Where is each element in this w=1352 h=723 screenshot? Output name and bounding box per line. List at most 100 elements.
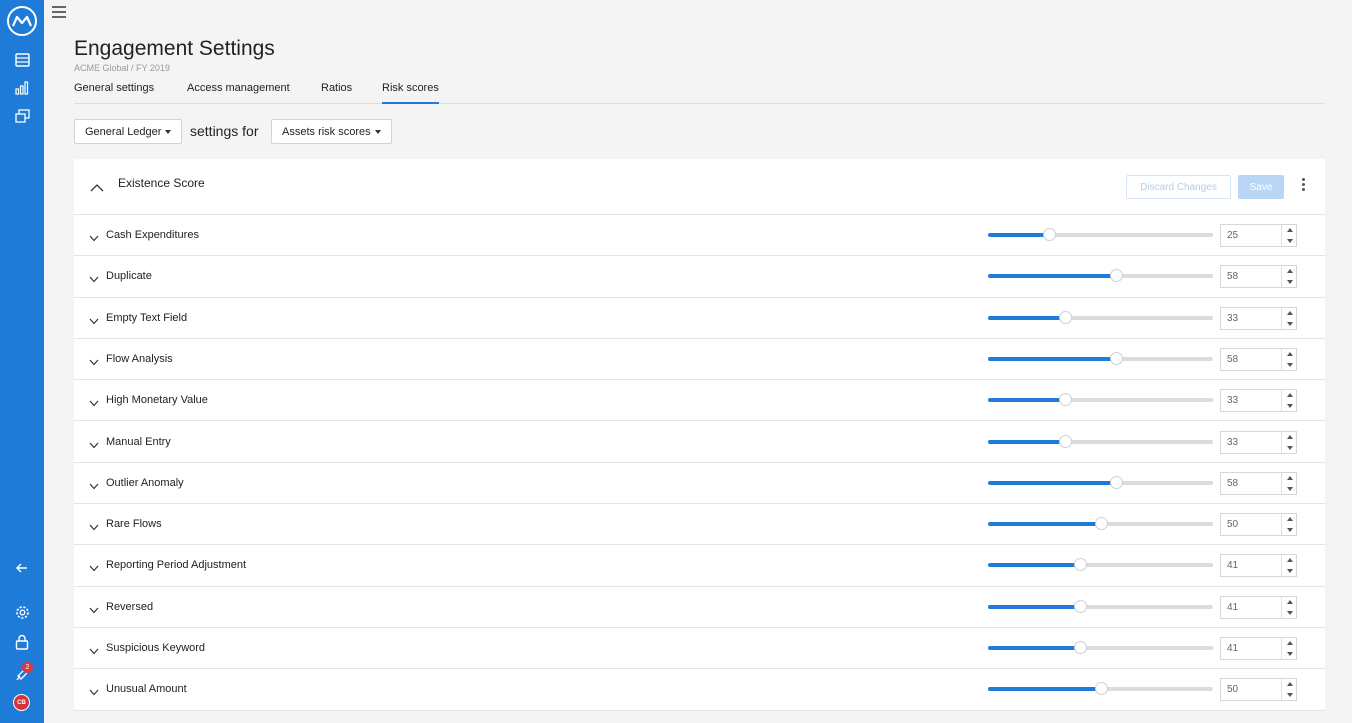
- score-slider[interactable]: [988, 228, 1213, 241]
- decrement-icon[interactable]: [1287, 321, 1293, 326]
- score-slider[interactable]: [988, 434, 1213, 448]
- gear-icon[interactable]: [12, 602, 32, 622]
- chevron-down-icon[interactable]: [89, 353, 99, 366]
- slider-handle[interactable]: [1095, 517, 1108, 531]
- score-slider[interactable]: [988, 393, 1213, 407]
- chevron-down-icon[interactable]: [89, 559, 99, 572]
- score-value[interactable]: 58: [1227, 478, 1238, 489]
- score-slider[interactable]: [988, 682, 1213, 696]
- score-slider[interactable]: [988, 351, 1213, 365]
- score-value[interactable]: 41: [1227, 602, 1238, 613]
- slider-handle[interactable]: [1074, 599, 1087, 613]
- score-value[interactable]: 25: [1227, 230, 1238, 241]
- score-slider[interactable]: [988, 558, 1213, 572]
- chevron-down-icon[interactable]: [89, 394, 99, 407]
- slider-handle[interactable]: [1059, 393, 1072, 407]
- decrement-icon[interactable]: [1287, 404, 1293, 409]
- slider-handle[interactable]: [1043, 228, 1056, 241]
- discard-changes-button[interactable]: Discard Changes: [1126, 175, 1231, 199]
- increment-icon[interactable]: [1287, 310, 1293, 315]
- score-value[interactable]: 41: [1227, 643, 1238, 654]
- increment-icon[interactable]: [1287, 558, 1293, 563]
- save-button[interactable]: Save: [1238, 175, 1284, 199]
- chevron-down-icon[interactable]: [89, 642, 99, 655]
- more-options-icon[interactable]: [1302, 178, 1306, 192]
- score-value[interactable]: 50: [1227, 519, 1238, 530]
- score-slider[interactable]: [988, 310, 1213, 324]
- tab-ratios[interactable]: Ratios: [321, 82, 352, 104]
- score-stepper[interactable]: 50: [1220, 678, 1297, 702]
- decrement-icon[interactable]: [1287, 486, 1293, 491]
- increment-icon[interactable]: [1287, 269, 1293, 274]
- score-value[interactable]: 33: [1227, 313, 1238, 324]
- tab-general-settings[interactable]: General settings: [74, 82, 154, 104]
- score-value[interactable]: 50: [1227, 684, 1238, 695]
- score-slider[interactable]: [988, 269, 1213, 283]
- decrement-icon[interactable]: [1287, 528, 1293, 533]
- app-logo[interactable]: [7, 6, 37, 36]
- collapse-arrow-icon[interactable]: [12, 558, 32, 578]
- score-stepper[interactable]: 41: [1220, 554, 1297, 578]
- increment-icon[interactable]: [1287, 641, 1293, 645]
- increment-icon[interactable]: [1287, 351, 1293, 356]
- score-stepper[interactable]: 58: [1220, 347, 1297, 371]
- increment-icon[interactable]: [1287, 434, 1293, 439]
- decrement-icon[interactable]: [1287, 610, 1293, 615]
- decrement-icon[interactable]: [1287, 693, 1293, 698]
- decrement-icon[interactable]: [1287, 652, 1293, 656]
- slider-handle[interactable]: [1074, 641, 1087, 654]
- increment-icon[interactable]: [1287, 517, 1293, 522]
- slider-handle[interactable]: [1095, 682, 1108, 696]
- score-stepper[interactable]: 41: [1220, 637, 1297, 660]
- score-stepper[interactable]: 58: [1220, 265, 1297, 289]
- score-value[interactable]: 33: [1227, 395, 1238, 406]
- score-stepper[interactable]: 33: [1220, 306, 1297, 330]
- lock-icon[interactable]: [12, 632, 32, 652]
- score-stepper[interactable]: 33: [1220, 389, 1297, 413]
- slider-handle[interactable]: [1110, 269, 1123, 283]
- chevron-down-icon[interactable]: [89, 477, 99, 490]
- chevron-down-icon[interactable]: [89, 518, 99, 531]
- score-value[interactable]: 58: [1227, 354, 1238, 365]
- increment-icon[interactable]: [1287, 393, 1293, 398]
- increment-icon[interactable]: [1287, 599, 1293, 604]
- chevron-up-icon[interactable]: [90, 179, 104, 192]
- score-slider[interactable]: [988, 517, 1213, 531]
- table-icon[interactable]: [12, 50, 32, 70]
- slider-handle[interactable]: [1059, 310, 1072, 324]
- score-value[interactable]: 33: [1227, 437, 1238, 448]
- slider-handle[interactable]: [1110, 475, 1123, 489]
- score-stepper[interactable]: 33: [1220, 430, 1297, 454]
- decrement-icon[interactable]: [1287, 569, 1293, 574]
- layers-icon[interactable]: [12, 106, 32, 126]
- tab-risk-scores[interactable]: Risk scores: [382, 82, 439, 104]
- increment-icon[interactable]: [1287, 682, 1293, 687]
- menu-icon[interactable]: [52, 6, 66, 20]
- bar-chart-icon[interactable]: [12, 78, 32, 98]
- increment-icon[interactable]: [1287, 228, 1293, 232]
- decrement-icon[interactable]: [1287, 362, 1293, 367]
- ledger-dropdown[interactable]: General Ledger: [74, 119, 183, 144]
- chevron-down-icon[interactable]: [89, 683, 99, 696]
- chevron-down-icon[interactable]: [89, 312, 99, 324]
- score-value[interactable]: 58: [1227, 271, 1238, 282]
- score-stepper[interactable]: 41: [1220, 595, 1297, 619]
- score-stepper[interactable]: 50: [1220, 513, 1297, 537]
- chevron-down-icon[interactable]: [89, 270, 99, 283]
- decrement-icon[interactable]: [1287, 239, 1293, 243]
- slider-handle[interactable]: [1110, 351, 1123, 365]
- score-slider[interactable]: [988, 641, 1213, 654]
- score-stepper[interactable]: 25: [1220, 224, 1297, 247]
- score-stepper[interactable]: 58: [1220, 471, 1297, 495]
- avatar[interactable]: CB: [13, 694, 30, 711]
- score-slider[interactable]: [988, 599, 1213, 613]
- decrement-icon[interactable]: [1287, 445, 1293, 450]
- chevron-down-icon[interactable]: [89, 436, 99, 448]
- chevron-down-icon[interactable]: [89, 601, 99, 614]
- decrement-icon[interactable]: [1287, 280, 1293, 285]
- slider-handle[interactable]: [1074, 558, 1087, 572]
- increment-icon[interactable]: [1287, 475, 1293, 480]
- score-type-dropdown[interactable]: Assets risk scores: [271, 119, 392, 144]
- score-slider[interactable]: [988, 475, 1213, 489]
- slider-handle[interactable]: [1059, 434, 1072, 448]
